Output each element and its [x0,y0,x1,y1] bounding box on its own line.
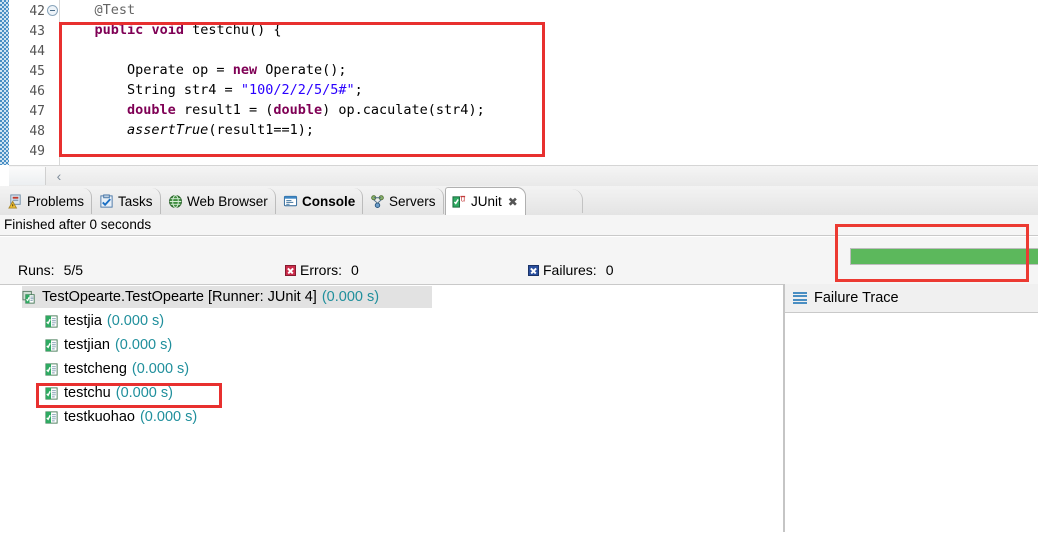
code-line: double result1 = (double) op.caculate(st… [127,102,485,118]
code-line: String str4 = "100/2/2/5/5#"; [62,82,363,98]
line-number: 45 [29,64,45,79]
problems-icon [8,193,23,209]
test-name: testjia [64,313,102,329]
tree-row-text: testjia (0.000 s) [64,313,164,329]
close-icon[interactable]: ✖ [508,195,518,209]
tree-row-text: testkuohao (0.000 s) [64,409,197,425]
test-case-row[interactable]: testkuohao (0.000 s) [0,405,783,429]
failure-trace-title: Failure Trace [814,290,899,306]
tree-row-text: testcheng (0.000 s) [64,361,189,377]
test-name: TestOpearte.TestOpearte [Runner: JUnit 4… [42,289,317,305]
scrollbar-thumb[interactable] [9,167,46,185]
line-number: 42 [29,4,45,19]
tab-problems[interactable]: Problems [2,188,93,214]
counter-label: Failures: [543,262,597,278]
failure-trace-pane: Failure Trace [784,284,1038,532]
tab-tasks[interactable]: Tasks [93,188,161,214]
test-suite-icon [22,290,37,305]
test-name: testchu [64,385,111,401]
test-duration: (0.000 s) [321,289,380,305]
test-name: testjian [64,337,110,353]
error-icon [285,264,296,276]
servers-icon [370,194,385,209]
test-pass-icon [44,410,59,425]
tasks-icon [99,193,114,209]
counter-failures: Failures: 0 [528,262,613,278]
junit-view: Finished after 0 seconds Runs: 5/5 Errors:… [0,215,1038,533]
test-duration: (0.000 s) [114,337,173,353]
line-number: 49 [29,144,45,159]
svg-text:u: u [460,195,465,204]
code-editor[interactable]: 42 43 44 45 46 47 48 49 @Test public void testc… [0,0,1038,186]
test-suite-row[interactable]: TestOpearte.TestOpearte [Runner: JUnit 4… [0,285,783,309]
test-pass-icon [44,338,59,353]
tree-row-text: testchu (0.000 s) [64,385,173,401]
editor-horizontal-scrollbar[interactable]: ‹ [9,165,1038,186]
junit-icon: u [452,194,467,209]
code-line: Operate op = new Operate(); [62,62,347,78]
test-duration: (0.000 s) [131,361,190,377]
test-name: testcheng [64,361,127,377]
tab-label: JUnit [471,194,502,209]
line-number: 46 [29,84,45,99]
tab-label: Problems [27,193,85,209]
tab-bar-end-curve [560,189,583,213]
failure-trace-header: Failure Trace [785,284,1038,313]
counter-errors: Errors: 0 [285,262,359,278]
junit-test-tree[interactable]: TestOpearte.TestOpearte [Runner: JUnit 4… [0,284,783,533]
failure-icon [528,264,539,276]
tab-junit[interactable]: u JUnit ✖ [445,187,526,215]
junit-progress-bar [850,248,1038,265]
hamburger-icon[interactable] [793,292,807,304]
code-line: @Test [94,2,136,18]
line-number: 44 [29,44,45,59]
web-browser-icon [168,194,183,209]
test-case-row[interactable]: testjia (0.000 s) [0,309,783,333]
code-line: assertTrue(result1==1); [127,122,314,138]
view-tab-bar[interactable]: Problems Tasks Web Browser Console Servers u J… [0,186,1038,216]
tab-web-browser[interactable]: Web Browser [162,188,276,214]
test-name: testkuohao [64,409,135,425]
test-case-row[interactable]: testcheng (0.000 s) [0,357,783,381]
counter-label: Errors: [300,262,342,278]
tab-console[interactable]: Console [277,188,364,214]
scroll-left-icon[interactable]: ‹ [51,168,67,184]
source-code[interactable]: @Test public void testchu() { Operate op… [62,0,485,160]
tree-row-text: TestOpearte.TestOpearte [Runner: JUnit 4… [42,289,379,305]
counter-label: Runs: [18,262,55,278]
tree-row-text: testjian (0.000 s) [64,337,172,353]
line-number: 43 [29,24,45,39]
test-pass-icon [44,362,59,377]
junit-progress-fill [851,249,1038,264]
counter-runs: Runs: 5/5 [18,262,83,278]
counter-value: 5/5 [63,262,84,278]
counter-value: 0 [351,262,359,278]
tab-label: Tasks [118,193,153,209]
code-line: public void testchu() { [94,22,282,38]
test-case-row[interactable]: testjian (0.000 s) [0,333,783,357]
line-number: 48 [29,124,45,139]
line-number: 47 [29,104,45,119]
tab-label: Web Browser [187,193,268,209]
test-pass-icon [44,314,59,329]
junit-status-text: Finished after 0 seconds [0,215,1038,236]
tab-label: Console [302,193,356,209]
test-duration: (0.000 s) [106,313,165,329]
test-case-row[interactable]: testchu (0.000 s) [0,381,783,405]
tab-servers[interactable]: Servers [364,188,444,214]
test-duration: (0.000 s) [139,409,198,425]
counter-value: 0 [605,262,614,278]
console-icon [283,194,298,209]
fold-collapse-icon[interactable] [47,5,58,16]
tab-label: Servers [389,193,436,209]
test-duration: (0.000 s) [115,385,173,401]
test-pass-icon [44,386,59,401]
line-number-gutter: 42 43 44 45 46 47 48 49 [9,0,60,165]
failure-trace-body[interactable] [785,313,1038,532]
